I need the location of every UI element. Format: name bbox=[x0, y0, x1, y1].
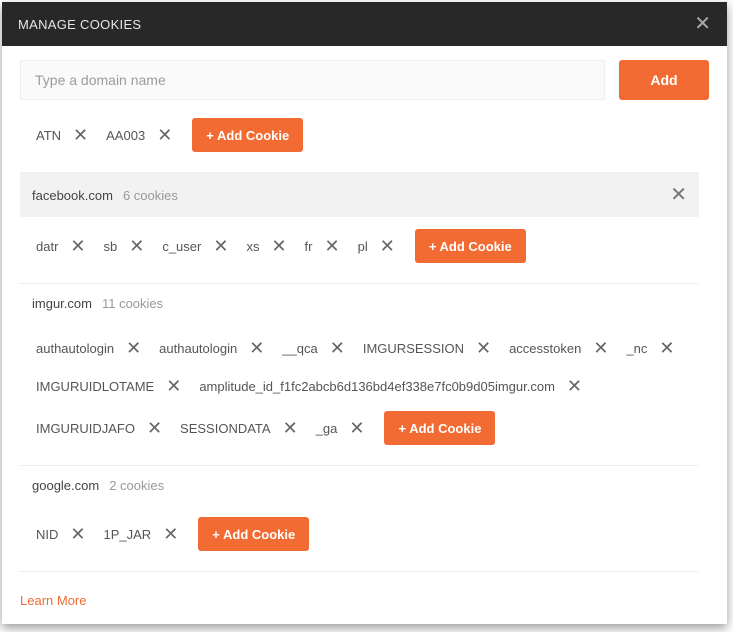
domain-header[interactable]: google.com 2 cookies bbox=[20, 466, 699, 505]
cookie-name: _ga bbox=[316, 421, 338, 436]
cookie-chip[interactable]: NID ✕ bbox=[26, 515, 93, 553]
cookie-name: NID bbox=[36, 527, 58, 542]
cookie-name: AA003 bbox=[106, 128, 145, 143]
remove-cookie-icon[interactable]: ✕ bbox=[349, 419, 364, 437]
cookie-name: _nc bbox=[626, 341, 647, 356]
remove-cookie-icon[interactable]: ✕ bbox=[70, 237, 85, 255]
cookie-count: 11 cookies bbox=[102, 296, 163, 311]
remove-cookie-icon[interactable]: ✕ bbox=[126, 339, 141, 357]
dialog-body: Add ATN ✕ AA003 ✕ + Add Cookie facebook.com 6 … bbox=[2, 46, 727, 624]
cookie-chip-row: NID ✕ 1P_JAR ✕ + Add Cookie bbox=[20, 505, 699, 563]
cookie-name: accesstoken bbox=[509, 341, 581, 356]
cookie-name: fr bbox=[305, 239, 313, 254]
cookie-name: datr bbox=[36, 239, 58, 254]
cookie-name: c_user bbox=[162, 239, 201, 254]
cookie-chip[interactable]: _nc ✕ bbox=[616, 329, 682, 367]
cookie-name: amplitude_id_f1fc2abcb6d136bd4ef338e7fc0… bbox=[199, 379, 555, 394]
cookie-name: SESSIONDATA bbox=[180, 421, 271, 436]
domain-name: google.com bbox=[32, 478, 99, 493]
cookie-chip[interactable]: sb ✕ bbox=[94, 227, 153, 265]
cookie-chip[interactable]: __qca ✕ bbox=[272, 329, 353, 367]
remove-cookie-icon[interactable]: ✕ bbox=[380, 237, 395, 255]
cookie-chip[interactable]: amplitude_id_f1fc2abcb6d136bd4ef338e7fc0… bbox=[189, 367, 590, 405]
cookie-chip[interactable]: _ga ✕ bbox=[306, 409, 373, 447]
cookie-chip-row: authautologin✕authautologin✕__qca✕IMGURS… bbox=[20, 323, 699, 457]
cookie-name: sb bbox=[104, 239, 118, 254]
remove-cookie-icon[interactable]: ✕ bbox=[73, 126, 88, 144]
cookie-name: authautologin bbox=[36, 341, 114, 356]
cookie-name: authautologin bbox=[159, 341, 237, 356]
remove-cookie-icon[interactable]: ✕ bbox=[476, 339, 491, 357]
domain-name: facebook.com bbox=[32, 188, 113, 203]
learn-more-link[interactable]: Learn More bbox=[20, 593, 86, 608]
add-cookie-button[interactable]: + Add Cookie bbox=[384, 411, 495, 445]
domain-header[interactable]: facebook.com 6 cookies ✕ bbox=[20, 173, 699, 217]
remove-cookie-icon[interactable]: ✕ bbox=[249, 339, 264, 357]
domain-input[interactable] bbox=[20, 60, 605, 100]
remove-cookie-icon[interactable]: ✕ bbox=[147, 419, 162, 437]
cookie-chip[interactable]: authautologin ✕ bbox=[26, 329, 149, 367]
cookie-chip[interactable]: ATN ✕ bbox=[26, 116, 96, 154]
domain-section: facebook.com 6 cookies ✕ datr ✕ sb ✕ c_user ✕ xs ✕… bbox=[20, 173, 699, 284]
cookie-name: ATN bbox=[36, 128, 61, 143]
cookie-count: 2 cookies bbox=[109, 478, 164, 493]
dialog-title: MANAGE COOKIES bbox=[18, 17, 141, 32]
add-cookie-button[interactable]: + Add Cookie bbox=[192, 118, 303, 152]
remove-domain-icon[interactable]: ✕ bbox=[670, 185, 687, 205]
cookie-name: IMGURUIDLOTAME bbox=[36, 379, 154, 394]
domain-header[interactable]: imgur.com 11 cookies bbox=[20, 284, 699, 323]
cookie-name: 1P_JAR bbox=[103, 527, 151, 542]
cookie-name: IMGURUIDJAFO bbox=[36, 421, 135, 436]
cookie-chip[interactable]: IMGURUIDLOTAME ✕ bbox=[26, 367, 189, 405]
remove-cookie-icon[interactable]: ✕ bbox=[157, 126, 172, 144]
domain-name: imgur.com bbox=[32, 296, 92, 311]
remove-cookie-icon[interactable]: ✕ bbox=[567, 377, 582, 395]
cookie-chip[interactable]: IMGURUIDJAFO ✕ bbox=[26, 409, 170, 447]
remove-cookie-icon[interactable]: ✕ bbox=[659, 339, 674, 357]
manage-cookies-dialog: MANAGE COOKIES ✕ Add ATN ✕ AA003 ✕ + Add Coo… bbox=[2, 2, 727, 624]
domain-section: imgur.com11 cookiesauthautologin✕authaut… bbox=[20, 284, 699, 466]
add-domain-row: Add bbox=[20, 60, 709, 100]
cookie-name: __qca bbox=[282, 341, 317, 356]
remove-cookie-icon[interactable]: ✕ bbox=[166, 377, 181, 395]
add-cookie-button[interactable]: + Add Cookie bbox=[198, 517, 309, 551]
cookie-chip[interactable]: c_user ✕ bbox=[152, 227, 236, 265]
remove-cookie-icon[interactable]: ✕ bbox=[330, 339, 345, 357]
remove-cookie-icon[interactable]: ✕ bbox=[593, 339, 608, 357]
cookie-chip[interactable]: SESSIONDATA ✕ bbox=[170, 409, 306, 447]
cookie-chip-row: ATN ✕ AA003 ✕ + Add Cookie bbox=[20, 110, 699, 164]
cookie-chip[interactable]: datr ✕ bbox=[26, 227, 94, 265]
cookie-chip[interactable]: IMGURSESSION ✕ bbox=[353, 329, 499, 367]
domain-section: google.com 2 cookies NID ✕ 1P_JAR ✕ + Add Cook… bbox=[20, 466, 699, 572]
cookie-chip-row: datr ✕ sb ✕ c_user ✕ xs ✕ fr ✕ pl ✕ + Add Cookie bbox=[20, 217, 699, 275]
remove-cookie-icon[interactable]: ✕ bbox=[70, 525, 85, 543]
cookie-chip[interactable]: accesstoken ✕ bbox=[499, 329, 616, 367]
domain-section: ATN ✕ AA003 ✕ + Add Cookie bbox=[20, 110, 699, 173]
cookie-chip[interactable]: pl ✕ bbox=[348, 227, 403, 265]
remove-cookie-icon[interactable]: ✕ bbox=[213, 237, 228, 255]
domain-list[interactable]: ATN ✕ AA003 ✕ + Add Cookie facebook.com 6 cook… bbox=[20, 110, 709, 584]
add-cookie-button[interactable]: + Add Cookie bbox=[415, 229, 526, 263]
cookie-name: xs bbox=[246, 239, 259, 254]
cookie-count: 6 cookies bbox=[123, 188, 178, 203]
cookie-chip[interactable]: fr ✕ bbox=[295, 227, 348, 265]
remove-cookie-icon[interactable]: ✕ bbox=[283, 419, 298, 437]
cookie-chip[interactable]: xs ✕ bbox=[236, 227, 294, 265]
add-domain-button[interactable]: Add bbox=[619, 60, 709, 100]
footer: Learn More bbox=[20, 584, 709, 610]
remove-cookie-icon[interactable]: ✕ bbox=[271, 237, 286, 255]
cookie-chip[interactable]: 1P_JAR ✕ bbox=[93, 515, 186, 553]
dialog-header: MANAGE COOKIES ✕ bbox=[2, 2, 727, 46]
cookie-name: pl bbox=[358, 239, 368, 254]
cookie-chip[interactable]: AA003 ✕ bbox=[96, 116, 180, 154]
close-icon[interactable]: ✕ bbox=[694, 14, 711, 34]
remove-cookie-icon[interactable]: ✕ bbox=[129, 237, 144, 255]
cookie-name: IMGURSESSION bbox=[363, 341, 464, 356]
remove-cookie-icon[interactable]: ✕ bbox=[325, 237, 340, 255]
cookie-chip[interactable]: authautologin ✕ bbox=[149, 329, 272, 367]
remove-cookie-icon[interactable]: ✕ bbox=[163, 525, 178, 543]
